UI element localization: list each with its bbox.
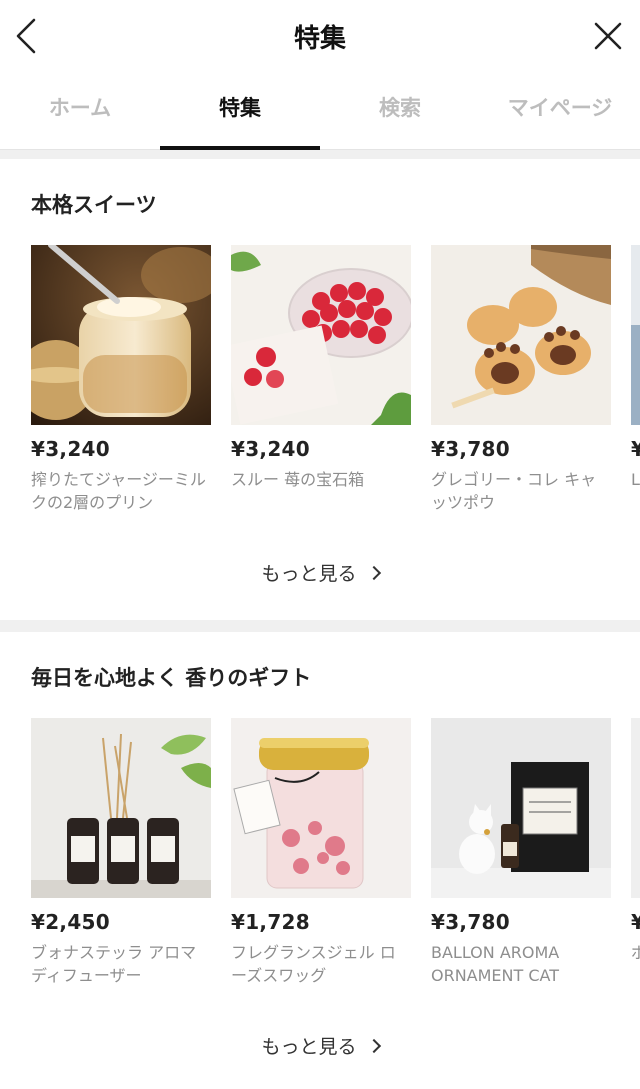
product-card[interactable]: ¥3,780 BALLON AROMA ORNAMENT CAT <box>431 718 611 987</box>
product-name: L一 <box>631 470 640 489</box>
product-name: 搾りたてジャージーミルクの2層のプリン <box>31 470 206 512</box>
tab-features[interactable]: 特集 <box>160 72 320 150</box>
tab-bar: ホーム 特集 検索 マイページ <box>0 72 640 150</box>
product-card[interactable]: ¥3,780 グレゴリー・コレ キャッツポウ <box>431 245 611 514</box>
feature-section-fragrance: 毎日を心地よく 香りのギフト ¥2,450 ブォナステッラ アロマディフューザー… <box>0 632 640 1089</box>
product-image <box>631 718 640 898</box>
chevron-right-icon <box>366 1038 381 1054</box>
product-price: ¥3,780 <box>431 910 510 934</box>
section-title: 毎日を心地よく 香りのギフト <box>31 666 312 690</box>
chevron-right-icon <box>366 565 381 581</box>
product-price: ¥3,240 <box>31 437 110 461</box>
product-name: BALLON AROMA ORNAMENT CAT <box>431 943 560 985</box>
product-card[interactable]: ¥ L一 <box>631 245 640 514</box>
tab-home[interactable]: ホーム <box>0 72 160 150</box>
see-more-label: もっと見る <box>261 1036 357 1058</box>
product-card[interactable]: ¥3,240 スルー 苺の宝石箱 <box>231 245 411 514</box>
page-title: 特集 <box>293 24 346 54</box>
product-image-cat-paw <box>431 245 611 425</box>
tab-mypage[interactable]: マイページ <box>480 72 640 150</box>
product-name: スルー 苺の宝石箱 <box>231 470 365 489</box>
product-image-pudding <box>31 245 211 425</box>
top-bar: 特集 <box>0 0 640 72</box>
product-price: ¥ <box>631 437 640 461</box>
product-image-aroma-cat <box>431 718 611 898</box>
product-image-strawberries <box>231 245 411 425</box>
product-name: グレゴリー・コレ キャッツポウ <box>431 470 597 512</box>
product-image <box>631 245 640 425</box>
see-more-link[interactable]: もっと見る <box>0 1032 640 1059</box>
feature-section-sweets: 本格スイーツ ¥3,240 搾りたてジャージーミルクの2層のプリン ¥3,240… <box>0 159 640 620</box>
see-more-link[interactable]: もっと見る <box>0 559 640 586</box>
product-card[interactable]: ¥1,728 フレグランスジェル ローズスワッグ <box>231 718 411 987</box>
close-button[interactable] <box>586 14 630 58</box>
product-card[interactable]: ¥2,450 ブォナステッラ アロマディフューザー <box>31 718 211 987</box>
product-name: フレグランスジェル ローズスワッグ <box>231 943 396 985</box>
tab-search[interactable]: 検索 <box>320 72 480 150</box>
product-price: ¥1,728 <box>231 910 310 934</box>
product-carousel[interactable]: ¥2,450 ブォナステッラ アロマディフューザー ¥1,728 フレグランスジ… <box>31 718 640 998</box>
product-carousel[interactable]: ¥3,240 搾りたてジャージーミルクの2層のプリン ¥3,240 スルー 苺の… <box>31 245 640 525</box>
product-card[interactable]: ¥ ボ <box>631 718 640 987</box>
product-name: ボ <box>631 943 640 962</box>
product-price: ¥ <box>631 910 640 934</box>
product-card[interactable]: ¥3,240 搾りたてジャージーミルクの2層のプリン <box>31 245 211 514</box>
close-icon <box>594 22 622 50</box>
product-image-fragrance-gel <box>231 718 411 898</box>
see-more-label: もっと見る <box>261 563 357 585</box>
product-price: ¥3,780 <box>431 437 510 461</box>
product-image-diffuser <box>31 718 211 898</box>
product-price: ¥3,240 <box>231 437 310 461</box>
section-title: 本格スイーツ <box>31 193 157 217</box>
product-price: ¥2,450 <box>31 910 110 934</box>
product-name: ブォナステッラ アロマディフューザー <box>31 943 197 985</box>
